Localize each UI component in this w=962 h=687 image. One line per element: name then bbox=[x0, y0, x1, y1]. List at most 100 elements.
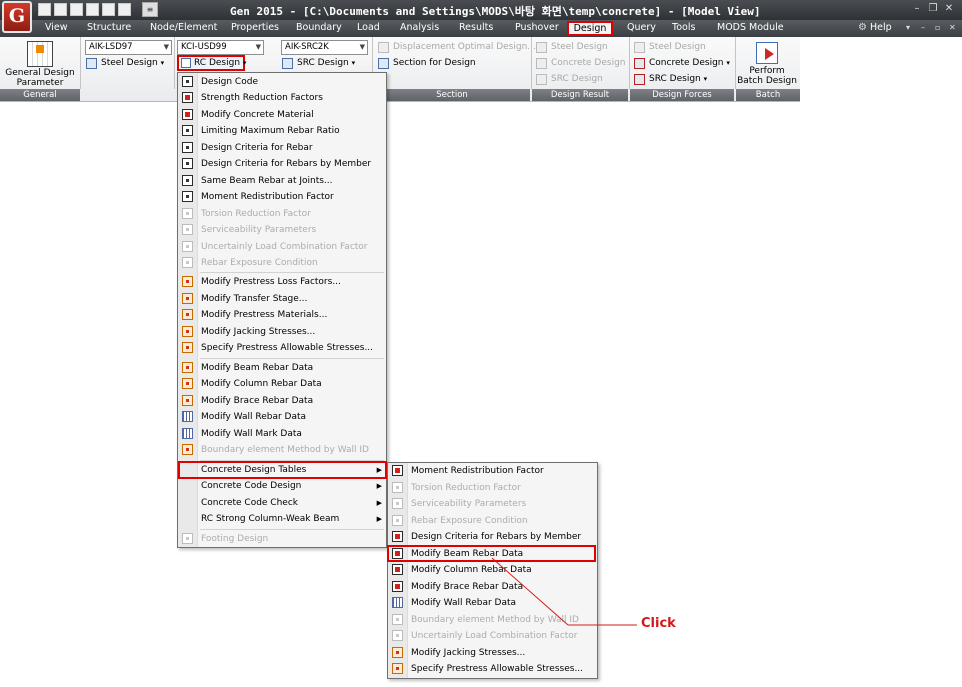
rc-menu-item-serviceability-parameters[interactable]: Serviceability Parameters bbox=[178, 222, 386, 238]
steel-code-select[interactable]: AIK-LSD97 ▼ bbox=[85, 40, 172, 55]
general-design-parameter-button[interactable]: General Design Parameter bbox=[4, 40, 76, 88]
tables-submenu-item-specify-prestress-allowable-stresses[interactable]: Specify Prestress Allowable Stresses... bbox=[388, 661, 597, 677]
submenu-arrow-icon: ▶ bbox=[376, 482, 382, 490]
new-file-icon[interactable] bbox=[54, 3, 67, 16]
menu-view[interactable]: View bbox=[45, 22, 68, 33]
rc-menu-item-modify-wall-mark-data[interactable]: Modify Wall Mark Data bbox=[178, 426, 386, 442]
save-icon[interactable] bbox=[70, 3, 83, 16]
mdi-close-icon[interactable]: ✕ bbox=[949, 23, 956, 32]
rc-menu-item-specify-prestress-allowable-stresses[interactable]: Specify Prestress Allowable Stresses... bbox=[178, 340, 386, 356]
chevron-down-icon: ▾ bbox=[160, 59, 165, 67]
chevron-down-icon: ▾ bbox=[242, 59, 247, 67]
section-for-design-button[interactable]: Section for Design bbox=[377, 56, 476, 71]
rc-menu-item-modify-prestress-materials[interactable]: Modify Prestress Materials... bbox=[178, 307, 386, 323]
tables-submenu-item-modify-wall-rebar-data[interactable]: Modify Wall Rebar Data bbox=[388, 595, 597, 611]
preview-icon[interactable] bbox=[102, 3, 115, 16]
footing-design-icon bbox=[182, 533, 193, 544]
print-icon[interactable] bbox=[86, 3, 99, 16]
src-code-select[interactable]: AIK-SRC2K ▼ bbox=[281, 40, 368, 55]
tables-submenu-item-modify-brace-rebar-data[interactable]: Modify Brace Rebar Data bbox=[388, 579, 597, 595]
group-footer-design-result: Design Result bbox=[532, 89, 628, 101]
mdi-restore-icon[interactable]: ▫ bbox=[935, 23, 940, 32]
restore-icon[interactable]: ❐ bbox=[926, 3, 940, 16]
close-icon[interactable]: ✕ bbox=[942, 3, 956, 16]
minimize-icon[interactable]: – bbox=[910, 3, 924, 16]
rc-menu-item-concrete-code-design[interactable]: Concrete Code Design ▶ bbox=[178, 478, 386, 494]
rc-menu-item-concrete-code-check[interactable]: Concrete Code Check ▶ bbox=[178, 495, 386, 511]
result-src-design-button[interactable]: SRC Design bbox=[535, 72, 603, 87]
menu-analysis[interactable]: Analysis bbox=[400, 22, 439, 33]
rc-menu-item-label: Specify Prestress Allowable Stresses... bbox=[201, 343, 374, 353]
rc-menu-item-modify-column-rebar-data[interactable]: Modify Column Rebar Data bbox=[178, 376, 386, 392]
wall-rebar-table-icon bbox=[392, 597, 403, 608]
tables-submenu-item-serviceability-parameters[interactable]: Serviceability Parameters bbox=[388, 496, 597, 512]
tables-submenu-item-modify-column-rebar-data[interactable]: Modify Column Rebar Data bbox=[388, 562, 597, 578]
rc-code-select[interactable]: KCI-USD99 ▼ bbox=[177, 40, 264, 55]
tables-submenu-item-boundary-element-method-by-wall-id[interactable]: Boundary element Method by Wall ID bbox=[388, 612, 597, 628]
menu-pushover[interactable]: Pushover bbox=[515, 22, 559, 33]
menu-boundary[interactable]: Boundary bbox=[296, 22, 342, 33]
forces-steel-design-button[interactable]: Steel Design bbox=[633, 40, 706, 55]
menu-results[interactable]: Results bbox=[459, 22, 493, 33]
tables-submenu-item-modify-jacking-stresses[interactable]: Modify Jacking Stresses... bbox=[388, 645, 597, 661]
displacement-optimal-design-button[interactable]: Displacement Optimal Design... bbox=[377, 40, 536, 55]
steel-design-dropdown[interactable]: Steel Design ▾ bbox=[85, 56, 164, 71]
submenu-arrow-icon: ▶ bbox=[376, 499, 382, 507]
menu-query[interactable]: Query bbox=[627, 22, 656, 33]
rc-menu-item-modify-jacking-stresses[interactable]: Modify Jacking Stresses... bbox=[178, 324, 386, 340]
forces-src-design-dropdown[interactable]: SRC Design ▾ bbox=[633, 72, 707, 87]
rc-menu-item-limiting-maximum-rebar-ratio[interactable]: Limiting Maximum Rebar Ratio bbox=[178, 123, 386, 139]
menu-node-element[interactable]: Node/Element bbox=[150, 22, 217, 33]
rc-menu-item-footing-design[interactable]: Footing Design bbox=[178, 531, 386, 547]
help-dropdown-icon[interactable]: ▾ bbox=[906, 23, 910, 32]
tables-submenu-item-uncertainly-load-combination-factor[interactable]: Uncertainly Load Combination Factor bbox=[388, 628, 597, 644]
open-file-icon[interactable] bbox=[38, 3, 51, 16]
help-gear-icon[interactable]: ⚙ bbox=[858, 22, 867, 33]
rc-menu-item-uncertainly-load-combination-factor[interactable]: Uncertainly Load Combination Factor bbox=[178, 239, 386, 255]
rc-menu-item-design-criteria-for-rebar[interactable]: Design Criteria for Rebar bbox=[178, 140, 386, 156]
window-title: Gen 2015 - [C:\Documents and Settings\MO… bbox=[230, 5, 761, 18]
tables-submenu-item-moment-redistribution-factor[interactable]: Moment Redistribution Factor bbox=[388, 463, 597, 479]
rc-menu-item-modify-concrete-material[interactable]: Modify Concrete Material bbox=[178, 107, 386, 123]
rc-menu-item-moment-redistribution-factor[interactable]: Moment Redistribution Factor bbox=[178, 189, 386, 205]
perform-batch-design-button[interactable]: Perform Batch Design bbox=[736, 40, 798, 88]
quick-access-dropdown[interactable]: ≡ bbox=[142, 2, 158, 17]
rc-design-label: RC Design bbox=[194, 58, 241, 68]
src-design-dropdown[interactable]: SRC Design ▾ bbox=[281, 56, 355, 71]
rc-menu-item-design-criteria-for-rebars-by-member[interactable]: Design Criteria for Rebars by Member bbox=[178, 156, 386, 172]
menu-properties[interactable]: Properties bbox=[231, 22, 279, 33]
rc-menu-item-same-beam-rebar-at-joints[interactable]: Same Beam Rebar at Joints... bbox=[178, 173, 386, 189]
tables-submenu-item-rebar-exposure-condition[interactable]: Rebar Exposure Condition bbox=[388, 513, 597, 529]
tables-submenu-item-torsion-reduction-factor[interactable]: Torsion Reduction Factor bbox=[388, 480, 597, 496]
menu-tools[interactable]: Tools bbox=[672, 22, 695, 33]
group-footer-batch: Batch bbox=[736, 89, 800, 101]
rc-menu-item-rebar-exposure-condition[interactable]: Rebar Exposure Condition bbox=[178, 255, 386, 271]
rc-menu-item-modify-transfer-stage[interactable]: Modify Transfer Stage... bbox=[178, 291, 386, 307]
menu-load[interactable]: Load bbox=[357, 22, 380, 33]
rc-menu-item-modify-prestress-loss-factors[interactable]: Modify Prestress Loss Factors... bbox=[178, 274, 386, 290]
menu-structure[interactable]: Structure bbox=[87, 22, 131, 33]
rc-design-dropdown[interactable]: RC Design ▾ bbox=[177, 55, 247, 71]
result-steel-design-button[interactable]: Steel Design bbox=[535, 40, 608, 55]
rc-menu-item-strength-reduction-factors[interactable]: Strength Reduction Factors bbox=[178, 90, 386, 106]
rc-menu-item-modify-beam-rebar-data[interactable]: Modify Beam Rebar Data bbox=[178, 360, 386, 376]
rc-menu-item-design-code[interactable]: Design Code bbox=[178, 74, 386, 90]
forces-concrete-design-dropdown[interactable]: Concrete Design ▾ bbox=[633, 56, 730, 71]
menu-mods-module[interactable]: MODS Module bbox=[717, 22, 784, 33]
rc-menu-item-label: Concrete Code Check bbox=[201, 498, 298, 508]
menu-design[interactable]: Design bbox=[567, 21, 613, 36]
rc-menu-item-torsion-reduction-factor[interactable]: Torsion Reduction Factor bbox=[178, 206, 386, 222]
rc-menu-item-rc-strong-column-weak-beam[interactable]: RC Strong Column-Weak Beam ▶ bbox=[178, 511, 386, 527]
rc-menu-item-modify-brace-rebar-data[interactable]: Modify Brace Rebar Data bbox=[178, 393, 386, 409]
rc-menu-item-label: RC Strong Column-Weak Beam bbox=[201, 514, 340, 524]
undo-icon[interactable] bbox=[118, 3, 131, 16]
column-rebar-table-icon bbox=[392, 564, 403, 575]
mdi-minimize-icon[interactable]: – bbox=[921, 23, 925, 32]
rc-menu-item-boundary-element-method-by-wall-id[interactable]: Boundary element Method by Wall ID bbox=[178, 442, 386, 458]
tables-submenu-item-design-criteria-for-rebars-by-member[interactable]: Design Criteria for Rebars by Member bbox=[388, 529, 597, 545]
rc-menu-item-modify-wall-rebar-data[interactable]: Modify Wall Rebar Data bbox=[178, 409, 386, 425]
result-concrete-design-button[interactable]: Concrete Design bbox=[535, 56, 625, 71]
serviceability-icon bbox=[182, 224, 193, 235]
app-logo[interactable]: G bbox=[2, 1, 32, 33]
menu-help[interactable]: Help bbox=[870, 22, 892, 33]
